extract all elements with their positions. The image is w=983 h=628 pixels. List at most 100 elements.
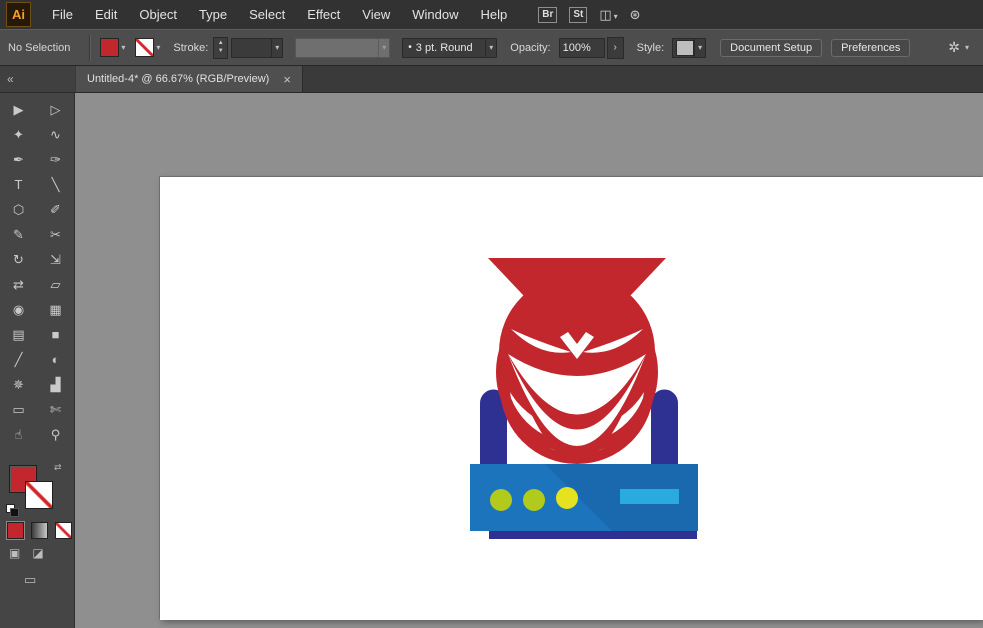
style-swatch [676, 39, 695, 56]
chevron-down-icon[interactable]: ▾ [614, 12, 618, 21]
column-graph-tool[interactable]: ▟ [37, 372, 74, 397]
chevron-down-icon[interactable]: ▾ [694, 38, 702, 57]
separator [89, 34, 92, 61]
workspace-options-icon[interactable]: ✲ [948, 39, 960, 56]
tools-panel: ▶ ▷ ✦ ∿ ✒ ✑ T ╲ ⬡ ✐ ✎ ✂ ↻ ⇲ ⇄ ▱ ◉ ▦ ▤ ■ ╱ ◐ ✵ ▟ ▭ ✄ ☝ ⚲ ⇄ ▣ ◪ ▭ [0, 92, 75, 628]
bridge-icon[interactable]: Br [538, 6, 558, 23]
brush-definition-value: 3 pt. Round [415, 41, 473, 54]
screen-mode-icon[interactable]: ▭ [24, 572, 36, 587]
menu-window[interactable]: Window [401, 0, 469, 29]
menu-select[interactable]: Select [238, 0, 296, 29]
stock-icon[interactable]: St [569, 6, 588, 23]
swap-fill-stroke-icon[interactable]: ⇄ [54, 462, 62, 473]
stroke-color-indicator[interactable] [25, 481, 53, 509]
lasso-tool[interactable]: ∿ [37, 122, 74, 147]
close-icon[interactable]: × [283, 72, 291, 87]
direct-selection-tool[interactable]: ▷ [37, 97, 74, 122]
menu-object[interactable]: Object [128, 0, 188, 29]
document-tab-title: Untitled-4* @ 66.67% (RGB/Preview) [87, 73, 270, 85]
zoom-tool[interactable]: ⚲ [37, 422, 74, 447]
tools-grid: ▶ ▷ ✦ ∿ ✒ ✑ T ╲ ⬡ ✐ ✎ ✂ ↻ ⇲ ⇄ ▱ ◉ ▦ ▤ ■ ╱ ◐ ✵ ▟ ▭ ✄ ☝ ⚲ [0, 92, 74, 447]
blend-tool[interactable]: ◐ [37, 347, 74, 372]
free-transform-tool[interactable]: ▱ [37, 272, 74, 297]
touch-workspace-icon[interactable]: ⊛ [630, 7, 641, 23]
hand-tool[interactable]: ☝ [0, 422, 37, 447]
opacity-label[interactable]: Opacity: [510, 42, 550, 54]
chevron-down-icon[interactable]: ▾ [965, 43, 969, 52]
opacity-value: 100% [562, 41, 591, 54]
document-tab[interactable]: Untitled-4* @ 66.67% (RGB/Preview) × [76, 66, 303, 92]
app-logo[interactable]: Ai [6, 2, 31, 27]
menu-type[interactable]: Type [188, 0, 238, 29]
color-mode-button[interactable] [6, 521, 25, 540]
line-segment-tool[interactable]: ╲ [37, 172, 74, 197]
paint-mode-row [6, 521, 72, 540]
screen-mode-button[interactable]: ▭ [24, 572, 36, 588]
gradient-tool[interactable]: ■ [37, 322, 74, 347]
shape-builder-tool[interactable]: ◉ [0, 297, 37, 322]
stroke-weight-stepper[interactable]: ▲ ▼ [213, 36, 229, 59]
curvature-tool[interactable]: ✑ [37, 147, 74, 172]
stroke-color-swatch[interactable] [135, 38, 155, 57]
fill-caret-icon[interactable]: ▾ [121, 43, 125, 52]
document-tab-bar: « Untitled-4* @ 66.67% (RGB/Preview) × [0, 66, 983, 93]
selection-status: No Selection [8, 41, 71, 54]
artboard-tool[interactable]: ▭ [0, 397, 37, 422]
menu-help[interactable]: Help [469, 0, 518, 29]
artboard[interactable] [160, 177, 983, 620]
width-profile-combo: ▾ [295, 37, 391, 58]
collapse-icon[interactable]: « [7, 72, 14, 86]
arrange-documents-control[interactable]: ◫ ▾ [599, 6, 617, 24]
canvas-area[interactable] [75, 92, 983, 628]
brush-definition-combo[interactable]: • 3 pt. Round ▾ [402, 37, 498, 58]
shape-tool[interactable]: ⬡ [0, 197, 37, 222]
menubar-right-icons: Br St ◫ ▾ ⊛ [538, 6, 641, 24]
control-bar: No Selection ▾ ▾ Stroke: ▲ ▼ ▾ ▾ • 3 pt.… [0, 29, 983, 66]
opacity-panel-arrow[interactable]: › [606, 36, 624, 59]
selection-tool[interactable]: ▶ [0, 97, 37, 122]
stroke-weight-combo[interactable]: ▾ [231, 37, 284, 58]
chevron-down-icon[interactable]: ▾ [271, 38, 279, 57]
slice-tool[interactable]: ✄ [37, 397, 74, 422]
pen-tool[interactable]: ✒ [0, 147, 37, 172]
chevron-down-icon[interactable]: ▾ [485, 38, 493, 57]
gradient-mode-button[interactable] [31, 522, 48, 539]
stroke-caret-icon[interactable]: ▾ [156, 43, 160, 52]
scissors-tool[interactable]: ✂ [37, 222, 74, 247]
toolbar-color-section: ⇄ ▣ ◪ ▭ [0, 460, 74, 628]
stepper-up-icon[interactable]: ▲ [218, 40, 224, 48]
type-tool[interactable]: T [0, 172, 37, 197]
width-tool[interactable]: ⇄ [0, 272, 37, 297]
style-label: Style: [636, 41, 665, 54]
menu-effect[interactable]: Effect [296, 0, 351, 29]
rotate-tool[interactable]: ↻ [0, 247, 37, 272]
magic-wand-tool[interactable]: ✦ [0, 122, 37, 147]
perspective-grid-tool[interactable]: ▦ [37, 297, 74, 322]
arrange-documents-icon[interactable]: ◫ [599, 7, 611, 22]
opacity-input[interactable]: 100% [558, 37, 605, 58]
none-mode-button[interactable] [55, 522, 72, 539]
shaper-tool[interactable]: ✎ [0, 222, 37, 247]
preferences-button[interactable]: Preferences [831, 38, 911, 57]
default-colors-icon[interactable] [6, 504, 19, 517]
draw-normal-icon[interactable]: ▣ [9, 546, 20, 560]
menu-items: File Edit Object Type Select Effect View Window… [41, 0, 518, 29]
menu-file[interactable]: File [41, 0, 84, 29]
chevron-down-icon: ▾ [378, 38, 386, 57]
drawing-mode-row: ▣ ◪ [9, 546, 44, 560]
paintbrush-tool[interactable]: ✐ [37, 197, 74, 222]
symbol-sprayer-tool[interactable]: ✵ [0, 372, 37, 397]
scale-tool[interactable]: ⇲ [37, 247, 74, 272]
menu-edit[interactable]: Edit [84, 0, 128, 29]
eyedropper-tool[interactable]: ╱ [0, 347, 37, 372]
mesh-tool[interactable]: ▤ [0, 322, 37, 347]
menu-view[interactable]: View [351, 0, 401, 29]
fill-color-swatch[interactable] [100, 38, 120, 57]
document-setup-button[interactable]: Document Setup [720, 38, 823, 57]
draw-behind-icon[interactable]: ◪ [32, 546, 43, 560]
style-combo[interactable]: ▾ [672, 37, 707, 58]
controlbar-right-control[interactable]: ✲ ▾ [948, 39, 969, 56]
toolbar-collapse-control[interactable]: « [0, 66, 75, 92]
stroke-label: Stroke: [173, 41, 209, 54]
stepper-down-icon[interactable]: ▼ [218, 48, 224, 56]
